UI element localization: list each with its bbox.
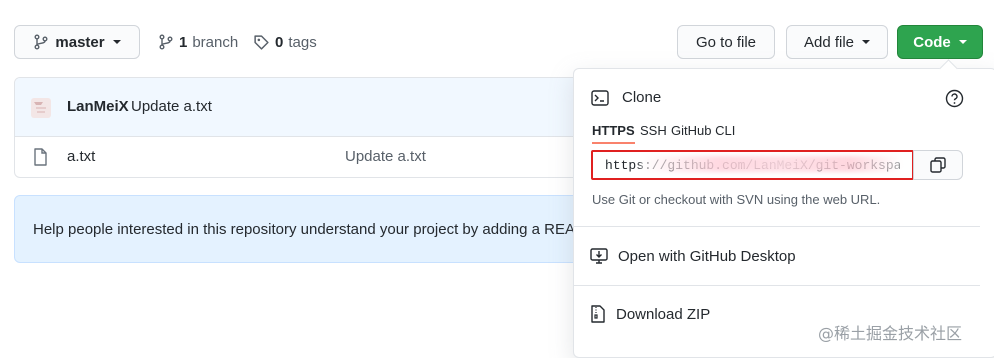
tag-icon — [253, 34, 270, 51]
tags-link[interactable]: 0 tags — [253, 30, 317, 54]
question-icon[interactable] — [945, 89, 964, 108]
branch-select-label: master — [55, 33, 105, 51]
tab-ssh[interactable]: SSH — [640, 123, 667, 138]
download-zip-item[interactable]: Download ZIP — [590, 299, 710, 329]
desktop-download-icon — [590, 247, 608, 265]
file-icon — [33, 148, 48, 166]
terminal-icon — [591, 90, 609, 106]
readme-banner-text: Help people interested in this repositor… — [33, 220, 613, 238]
branch-count: 1 — [179, 33, 188, 51]
download-zip-label: Download ZIP — [616, 305, 711, 323]
tag-count: 0 — [275, 33, 284, 51]
latest-commit-row: LanMeiX Update a.txt — [15, 78, 643, 137]
add-file-button[interactable]: Add file — [786, 25, 888, 59]
redaction-blur — [640, 156, 902, 172]
branch-select-button[interactable]: master — [14, 25, 140, 59]
file-list: LanMeiX Update a.txt a.txt Update a.txt — [14, 77, 644, 178]
commit-author[interactable]: LanMeiX — [67, 98, 129, 115]
branch-word: branch — [192, 33, 239, 51]
copy-url-button[interactable] — [913, 150, 963, 180]
divider — [574, 226, 980, 227]
git-branch-icon — [158, 34, 174, 50]
go-to-file-button[interactable]: Go to file — [677, 25, 775, 59]
chevron-down-icon — [112, 40, 121, 44]
watermark: @稀土掘金技术社区 — [818, 324, 963, 343]
open-with-desktop-label: Open with GitHub Desktop — [618, 247, 796, 265]
dropdown-arrow — [939, 59, 958, 78]
code-button[interactable]: Code — [897, 25, 983, 59]
readme-banner: Help people interested in this repositor… — [14, 195, 644, 263]
chevron-down-icon — [862, 40, 871, 44]
add-file-label: Add file — [803, 33, 855, 51]
code-button-label: Code — [913, 33, 951, 51]
tab-github-cli[interactable]: GitHub CLI — [671, 123, 735, 138]
file-zip-icon — [590, 305, 606, 323]
file-name[interactable]: a.txt — [67, 148, 95, 165]
copy-icon — [929, 156, 947, 174]
clone-title: Clone — [622, 89, 662, 106]
go-to-file-label: Go to file — [695, 33, 757, 51]
branches-link[interactable]: 1 branch — [158, 30, 238, 54]
file-commit-message[interactable]: Update a.txt — [345, 148, 426, 165]
divider — [574, 285, 980, 286]
tag-word: tags — [288, 33, 317, 51]
commit-message[interactable]: Update a.txt — [131, 98, 212, 115]
file-row[interactable]: a.txt Update a.txt — [15, 136, 643, 177]
chevron-down-icon — [958, 40, 967, 44]
avatar[interactable] — [31, 98, 51, 118]
clone-hint: Use Git or checkout with SVN using the w… — [592, 192, 881, 207]
tab-https[interactable]: HTTPS — [592, 123, 635, 144]
open-with-desktop-item[interactable]: Open with GitHub Desktop — [590, 241, 796, 271]
git-branch-icon — [33, 34, 49, 50]
